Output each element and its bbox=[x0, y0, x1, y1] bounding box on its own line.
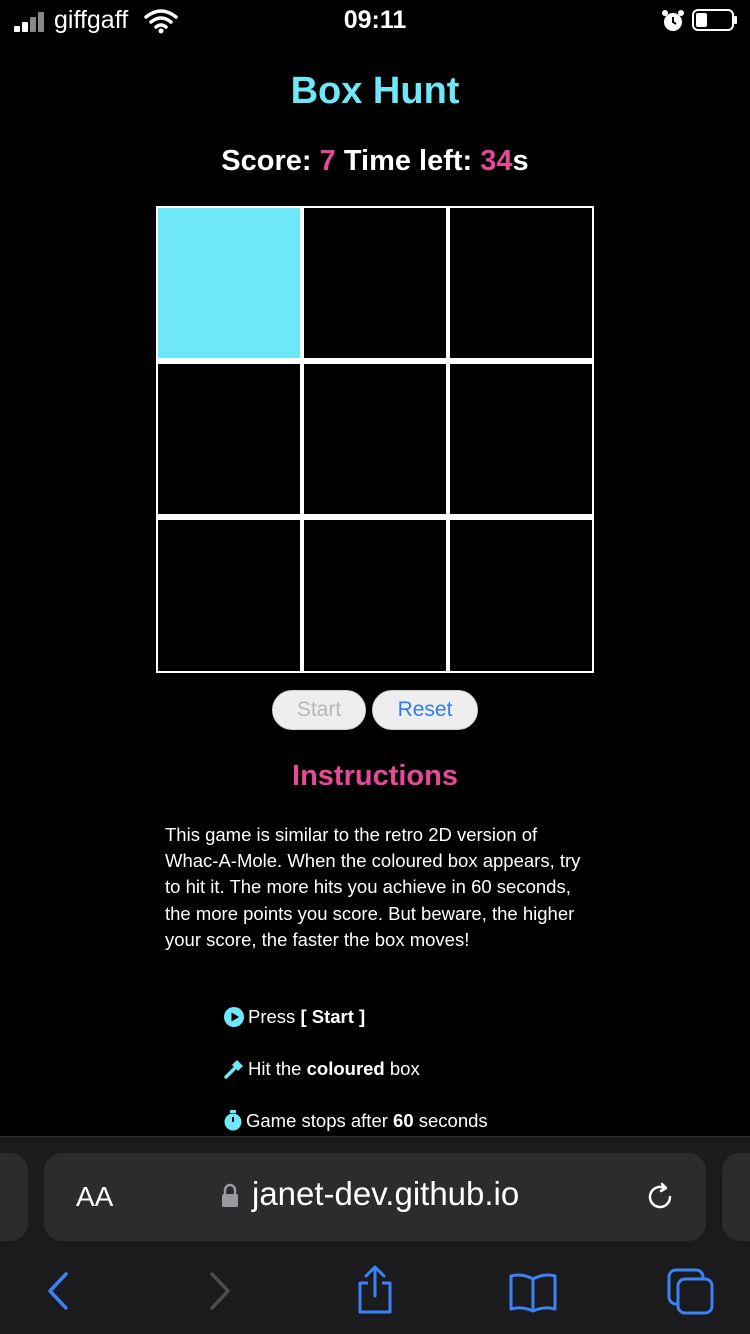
bullet-text: seconds bbox=[413, 1110, 488, 1131]
time-unit: s bbox=[512, 145, 529, 177]
time-label: Time left: bbox=[343, 145, 473, 177]
back-icon[interactable] bbox=[44, 1271, 72, 1311]
grid-divider bbox=[158, 358, 592, 364]
bullet-bold: [ Start ] bbox=[300, 1006, 366, 1027]
grid-cell-4[interactable] bbox=[158, 364, 300, 514]
grid-cell-7[interactable] bbox=[158, 520, 300, 671]
stopwatch-icon bbox=[224, 1110, 242, 1131]
game-title: Box Hunt bbox=[290, 70, 460, 112]
address-bar[interactable]: AA janet-dev.github.io bbox=[44, 1153, 706, 1241]
start-button[interactable]: Start bbox=[272, 690, 366, 730]
grid-cell-6[interactable] bbox=[450, 364, 592, 514]
instructions-paragraph: This game is similar to the retro 2D ver… bbox=[165, 824, 581, 950]
grid-divider bbox=[158, 514, 592, 520]
url-text[interactable]: janet-dev.github.io bbox=[252, 1175, 519, 1213]
next-tab-preview[interactable] bbox=[722, 1153, 750, 1241]
grid-cell-3[interactable] bbox=[450, 208, 592, 358]
play-icon bbox=[224, 1007, 244, 1027]
alarm-icon bbox=[662, 10, 684, 31]
previous-tab-preview[interactable] bbox=[0, 1153, 28, 1241]
bullet-text: box bbox=[384, 1058, 420, 1079]
bullet-bold: 60 bbox=[393, 1110, 414, 1131]
browser-toolbar: AA janet-dev.github.io bbox=[0, 1136, 750, 1334]
text-size-button[interactable]: AA bbox=[76, 1181, 113, 1213]
bullet-text: Press bbox=[248, 1006, 301, 1027]
status-time: 09:11 bbox=[343, 6, 407, 34]
score-label: Score: bbox=[221, 145, 312, 177]
bullet-text: Game stops after bbox=[246, 1110, 394, 1131]
grid-cell-5[interactable] bbox=[304, 364, 446, 514]
score-value: 7 bbox=[319, 145, 336, 177]
share-icon[interactable] bbox=[354, 1265, 396, 1315]
grid-cell-1[interactable] bbox=[158, 208, 300, 358]
instruction-bullet-start: Press [ Start ] bbox=[224, 1005, 365, 1029]
hammer-icon bbox=[224, 1060, 243, 1079]
game-grid bbox=[156, 206, 594, 673]
grid-cell-8[interactable] bbox=[304, 520, 446, 671]
grid-cell-2[interactable] bbox=[304, 208, 446, 358]
reload-icon[interactable] bbox=[644, 1181, 676, 1213]
lock-icon bbox=[222, 1183, 238, 1207]
bullet-text: Hit the bbox=[248, 1058, 307, 1079]
grid-divider bbox=[300, 208, 304, 671]
grid-cell-9[interactable] bbox=[450, 520, 592, 671]
bullet-bold: coloured bbox=[306, 1058, 385, 1079]
status-bar: giffgaff 09:11 bbox=[0, 0, 750, 44]
score-line: Score: 7 Time left: 34s bbox=[0, 145, 750, 178]
instructions-title: Instructions bbox=[292, 760, 458, 792]
grid-divider bbox=[446, 208, 450, 671]
battery-icon bbox=[692, 9, 737, 31]
tabs-icon[interactable] bbox=[666, 1267, 716, 1317]
time-value: 34 bbox=[480, 145, 513, 177]
bookmarks-icon[interactable] bbox=[508, 1271, 558, 1313]
instruction-bullet-timer: Game stops after 60 seconds bbox=[224, 1109, 488, 1133]
instruction-bullet-hit: Hit the coloured box bbox=[224, 1057, 420, 1081]
forward-icon[interactable] bbox=[206, 1271, 234, 1311]
reset-button[interactable]: Reset bbox=[372, 690, 478, 730]
